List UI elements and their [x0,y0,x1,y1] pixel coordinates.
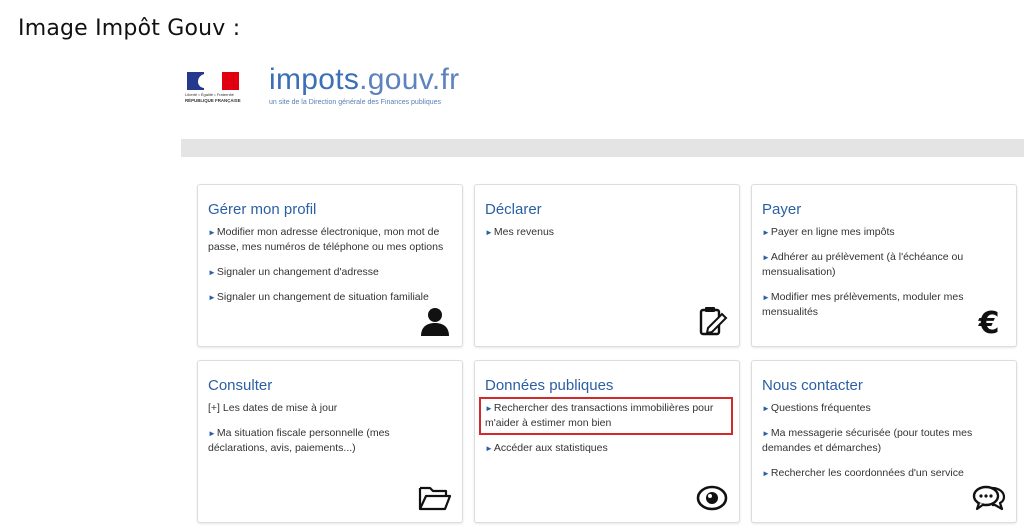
card-link[interactable]: ►Ma situation fiscale personnelle (mes d… [208,426,452,456]
chat-bubbles-icon [972,485,1006,511]
card-link[interactable]: ►Rechercher les coordonnées d'un service [762,466,1006,481]
card-link[interactable]: ►Modifier mon adresse électronique, mon … [208,225,452,255]
card-link[interactable]: ►Adhérer au prélèvement (à l'échéance ou… [762,250,1006,280]
card-payer: Payer ►Payer en ligne mes impôts ►Adhére… [751,184,1017,347]
card-declarer: Déclarer ►Mes revenus [474,184,740,347]
card-link[interactable]: ►Payer en ligne mes impôts [762,225,1006,240]
card-link[interactable]: ►Questions fréquentes [762,401,1006,416]
card-link[interactable]: ►Mes revenus [485,225,729,240]
site-header: Liberté • Égalité • Fraternité RÉPUBLIQU… [183,60,1023,120]
motto-text: Liberté • Égalité • Fraternité [185,92,234,97]
navigation-bar [181,139,1024,157]
card-link-highlighted[interactable]: ►Rechercher des transactions immobilière… [479,397,733,435]
card-consulter: Consulter ►[+] Les dates de mise à jour … [197,360,463,523]
user-icon [421,308,449,336]
folder-open-icon [418,486,452,511]
eye-icon [696,485,728,511]
card-link[interactable]: ►Modifier mes prélèvements, moduler mes … [762,290,1006,320]
euro-icon: € [978,306,1000,336]
logo-ext-text: .gouv.fr [359,63,460,96]
card-link[interactable]: ►Signaler un changement d'adresse [208,265,452,280]
marianne-logo[interactable]: Liberté • Égalité • Fraternité RÉPUBLIQU… [183,72,243,108]
logo-main-text: impots [269,63,360,96]
card-donnees-publiques: Données publiques ►Rechercher des transa… [474,360,740,523]
card-link[interactable]: ►Accéder aux statistiques [485,441,729,456]
card-title[interactable]: Consulter [208,377,452,394]
svg-text:€: € [978,306,1000,336]
image-caption: Image Impôt Gouv : [18,16,241,41]
site-tagline: un site de la Direction générale des Fin… [269,99,441,106]
card-link[interactable]: ►Ma messagerie sécurisée (pour toutes me… [762,426,1006,456]
card-title[interactable]: Nous contacter [762,377,1006,394]
tricolor-flag-icon [187,72,239,90]
card-title[interactable]: Gérer mon profil [208,201,452,218]
republic-text: RÉPUBLIQUE FRANÇAISE [185,97,241,103]
impots-gouv-logo[interactable]: impots.gouv.fr un site de la Direction g… [269,63,460,107]
clipboard-edit-icon [699,307,728,336]
card-title[interactable]: Données publiques [485,377,729,394]
card-link[interactable]: ►[+] Les dates de mise à jour [208,401,452,416]
service-cards-grid: Gérer mon profil ►Modifier mon adresse é… [197,184,1018,524]
card-title[interactable]: Déclarer [485,201,729,218]
card-gerer-mon-profil: Gérer mon profil ►Modifier mon adresse é… [197,184,463,347]
card-nous-contacter: Nous contacter ►Questions fréquentes ►Ma… [751,360,1017,523]
card-title[interactable]: Payer [762,201,1006,218]
card-link[interactable]: ►Signaler un changement de situation fam… [208,290,452,305]
